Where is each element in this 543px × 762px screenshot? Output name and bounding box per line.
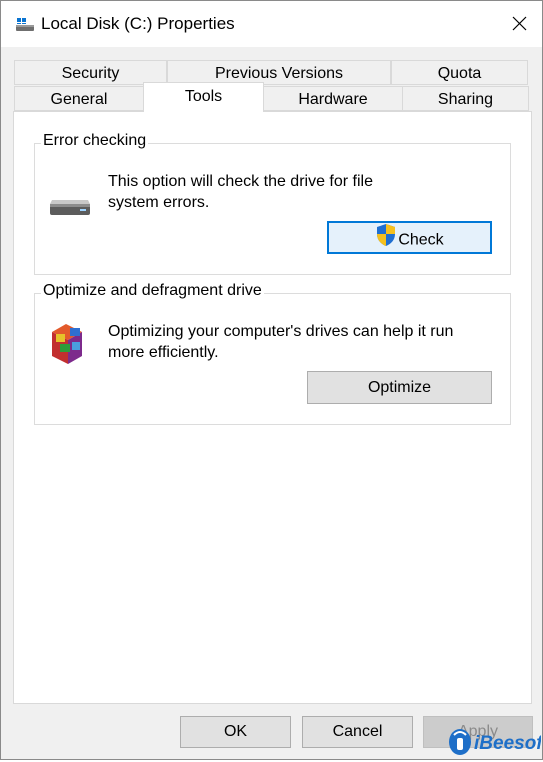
optimize-desc-line1: Optimizing your computer's drives can he… (108, 323, 454, 340)
ok-button[interactable]: OK (180, 716, 291, 748)
close-button[interactable] (496, 1, 542, 47)
ok-button-label: OK (223, 723, 248, 740)
optimize-button[interactable]: Optimize (307, 371, 492, 404)
properties-window: Local Disk (C:) Properties Security Prev… (0, 0, 543, 760)
drive-icon (14, 17, 36, 33)
check-button-label: Check (398, 231, 444, 249)
ibeesoft-watermark: iBeesoft (447, 725, 543, 757)
tab-general[interactable]: General (14, 86, 144, 111)
optimize-button-label: Optimize (367, 379, 432, 396)
error-checking-group: Error checking This option will check th… (34, 132, 511, 275)
defrag-icon (48, 320, 92, 371)
check-button[interactable]: Check (327, 221, 492, 254)
optimize-desc-line2: more efficiently. (108, 344, 219, 361)
error-checking-desc-line2: system errors. (108, 194, 210, 211)
error-checking-description: This option will check the drive for fil… (108, 171, 373, 213)
close-icon (512, 16, 527, 31)
shield-icon (375, 223, 397, 257)
optimize-label: Optimize and defragment drive (41, 282, 264, 300)
tab-tools[interactable]: Tools (143, 82, 264, 112)
title-bar[interactable]: Local Disk (C:) Properties (1, 1, 542, 47)
optimize-description: Optimizing your computer's drives can he… (108, 321, 453, 363)
tab-hardware[interactable]: Hardware (263, 86, 403, 111)
tab-sharing[interactable]: Sharing (402, 86, 529, 111)
window-title: Local Disk (C:) Properties (41, 14, 235, 33)
cancel-button[interactable]: Cancel (302, 716, 413, 748)
tools-panel: Error checking This option will check th… (13, 111, 532, 704)
tab-quota[interactable]: Quota (391, 60, 528, 85)
optimize-group: Optimize and defragment drive Optimizing… (34, 282, 511, 425)
drive-icon (48, 194, 92, 223)
ibeesoft-logo: iBeesoft (449, 729, 543, 755)
error-checking-desc-line1: This option will check the drive for fil… (108, 173, 373, 190)
watermark-text: iBeesoft (474, 733, 541, 754)
cancel-button-label: Cancel (332, 723, 383, 740)
error-checking-label: Error checking (41, 132, 149, 150)
